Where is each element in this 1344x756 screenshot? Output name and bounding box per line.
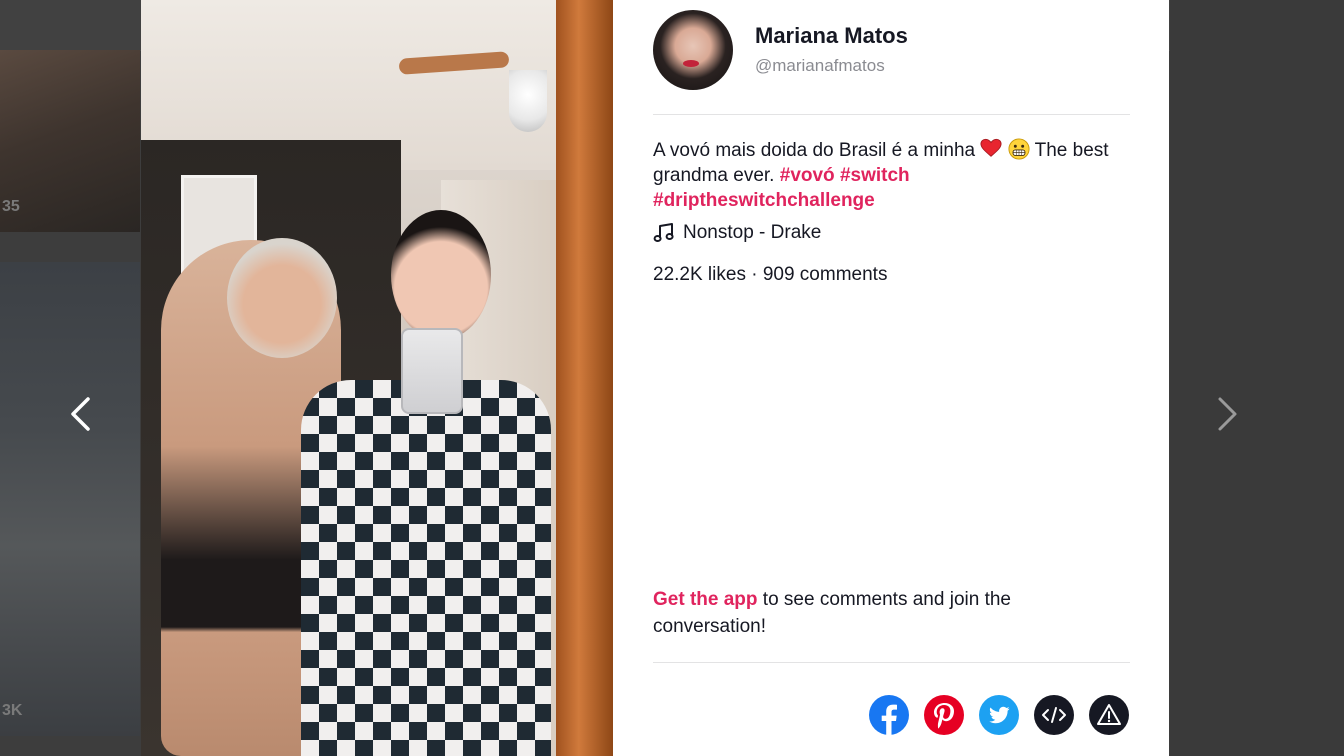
pinterest-icon [934,703,954,729]
grinning-face-emoji [1008,138,1030,160]
facebook-share-button[interactable] [869,695,909,735]
engagement-stats: 22.2K likes · 909 comments [653,264,888,285]
music-link[interactable]: Nonstop - Drake [653,220,821,246]
background-right-column [1170,0,1344,756]
report-icon [1097,704,1121,725]
get-the-app-link[interactable]: Get the app [653,589,758,610]
chevron-left-icon [71,397,90,431]
avatar[interactable] [653,10,733,90]
facebook-icon [881,704,897,735]
divider [653,662,1130,663]
video-info-panel: Mariana Matos @marianafmatos A vovó mais… [613,0,1169,756]
background-video-thumbnail[interactable]: 3K [0,262,140,736]
video-player[interactable] [141,0,613,756]
background-video-thumbnail[interactable]: 35 [0,50,140,232]
twitter-share-button[interactable] [979,695,1019,735]
author-handle[interactable]: @marianafmatos [755,54,908,78]
author-name[interactable]: Mariana Matos [755,22,908,50]
embed-code-icon [1042,707,1066,723]
video-caption: A vovó mais doida do Brasil é a minha Th… [653,137,1123,213]
embed-button[interactable] [1034,695,1074,735]
hashtag-link[interactable]: #switch [840,165,910,186]
get-app-prompt: Get the app to see comments and join the… [653,586,1093,640]
report-button[interactable] [1089,695,1129,735]
caption-text: A vovó mais doida do Brasil é a minha [653,140,976,161]
thumbnail-view-count: 3K [2,702,23,719]
divider [653,114,1130,115]
next-video-button[interactable] [1208,392,1248,436]
pinterest-share-button[interactable] [924,695,964,735]
music-title: Nonstop - Drake [683,222,822,243]
hashtag-link[interactable]: #vovó [780,165,840,186]
thumbnail-view-count: 35 [2,198,20,215]
red-heart-emoji [980,138,1002,157]
twitter-icon [989,706,1010,724]
previous-video-button[interactable] [60,392,100,436]
share-buttons [869,695,1129,735]
chevron-right-icon [1218,397,1237,431]
hashtag-link[interactable]: #driptheswitchchallenge [653,190,875,211]
music-note-icon [653,223,674,242]
author-block[interactable]: Mariana Matos @marianafmatos [653,10,908,90]
